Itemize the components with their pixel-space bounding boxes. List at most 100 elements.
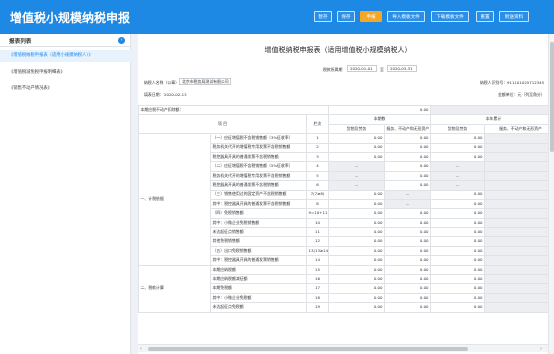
attach-docs-button[interactable]: 附送资料 xyxy=(499,11,529,22)
row-services-current: -- xyxy=(384,189,432,200)
row-goods-current[interactable]: 0.00 xyxy=(328,198,386,210)
row-line-number: 18 xyxy=(305,292,330,304)
submit-button[interactable]: 申报 xyxy=(360,11,382,22)
report-sidebar: 报表列表 ‹ 《增值税纳税申报表（适用小规模纳税人）》 《增值税减免税申报明细表… xyxy=(0,34,131,354)
row-line-number: 15 xyxy=(305,264,330,276)
row-goods-current[interactable]: 0.00 xyxy=(328,264,386,276)
row-goods-ytd: -- xyxy=(430,161,486,172)
row-item-label: 本期免税额 xyxy=(210,283,307,294)
download-template-button[interactable]: 下载模板文件 xyxy=(431,11,469,22)
row-goods-current[interactable]: 0.00 xyxy=(328,189,386,200)
declaration-table: 本期应税不动产扣除额： 0.00 项 目 栏次 本期数 本年累计 货物及劳务 服… xyxy=(138,104,548,313)
table-header-row: 项 目 栏次 本期数 本年累计 xyxy=(138,114,548,135)
chevron-left-icon[interactable]: ‹ xyxy=(118,37,125,44)
row-services-current[interactable]: 0.00 xyxy=(384,245,432,257)
row-item-label: 税控器具开具的普通发票不含税销售额 xyxy=(210,151,307,163)
row-services-ytd xyxy=(484,292,548,304)
row-goods-ytd: 0.00 xyxy=(430,292,486,304)
row-goods-current[interactable]: 0.00 xyxy=(328,227,386,238)
sidebar-item-real-estate[interactable]: 《销售不动产情况表》 xyxy=(0,83,131,95)
row-item-label: 未达起征点免税额 xyxy=(210,302,307,313)
row-services-current: -- xyxy=(384,198,432,210)
row-goods-current[interactable]: 0.00 xyxy=(328,142,386,153)
row-services-current[interactable]: 0.00 xyxy=(384,217,432,229)
row-goods-ytd: 0.00 xyxy=(430,255,486,266)
row-services-current[interactable]: 0.00 xyxy=(384,264,432,276)
header-services-ytd: 服务、不动产和无形资产 xyxy=(484,123,548,135)
row-services-current[interactable]: 0.00 xyxy=(384,151,432,163)
taxpayer-name-field[interactable]: 北京市税务局测试有限公司 xyxy=(179,78,231,85)
row-services-ytd xyxy=(484,142,548,153)
row-item-label: 本期应纳税额 xyxy=(210,264,307,276)
amount-unit-label: 金额单位：元（列至角分） xyxy=(498,92,545,97)
row-services-ytd xyxy=(484,217,548,229)
row-item-label: 其中：小微企业免税额 xyxy=(210,292,307,304)
row-goods-current[interactable]: 0.00 xyxy=(328,151,386,163)
top-row-label: 本期应税不动产扣除额： xyxy=(138,104,330,116)
sidebar-item-main-return[interactable]: 《增值税纳税申报表（适用小规模纳税人）》 xyxy=(0,50,131,62)
row-goods-current[interactable]: 0.00 xyxy=(328,292,386,304)
row-goods-ytd: 0.00 xyxy=(430,133,486,144)
taxpayer-id-label: 纳税人识别号： xyxy=(480,80,508,85)
row-goods-ytd: 0.00 xyxy=(430,283,486,294)
row-goods-current[interactable]: 0.00 xyxy=(328,302,386,313)
row-services-current[interactable]: 0.00 xyxy=(384,227,432,238)
row-services-ytd xyxy=(484,208,548,219)
row-services-current[interactable]: 0.00 xyxy=(384,292,432,304)
table-body: 一、计税依据 （一）应征增值税不含税销售额（3%征收率） 1 0.00 0.00 0.00… xyxy=(138,133,548,313)
vertical-scrollbar[interactable] xyxy=(548,34,554,354)
vertical-scroll-thumb[interactable] xyxy=(550,42,554,152)
horizontal-scrollbar[interactable]: ‹ › xyxy=(138,344,548,352)
row-services-current[interactable]: 0.00 xyxy=(384,255,432,266)
arrow-right-icon[interactable]: › xyxy=(540,346,542,352)
period-to-field[interactable]: 2020-03-31 xyxy=(387,65,417,72)
row-services-current[interactable]: 0.00 xyxy=(384,142,432,153)
row-services-ytd xyxy=(484,245,548,257)
row-goods-current[interactable]: 0.00 xyxy=(328,133,386,144)
row-services-ytd xyxy=(484,189,548,200)
row-services-current[interactable]: 0.00 xyxy=(384,133,432,144)
row-services-current[interactable]: 0.00 xyxy=(384,283,432,294)
row-line-number: 17 xyxy=(305,283,330,294)
row-services-ytd xyxy=(484,180,548,191)
header-goods-ytd: 货物及劳务 xyxy=(430,123,486,135)
temp-save-button[interactable]: 暂存 xyxy=(314,11,332,22)
row-item-label: 税务机关代开的增值税专用发票不含税销售额 xyxy=(210,142,307,153)
row-goods-current: -- xyxy=(328,161,386,172)
row-services-current[interactable]: 0.00 xyxy=(384,180,432,191)
row-services-current[interactable]: 0.00 xyxy=(384,170,432,182)
row-goods-current[interactable]: 0.00 xyxy=(328,255,386,266)
row-services-current[interactable]: 0.00 xyxy=(384,161,432,172)
row-services-current[interactable]: 0.00 xyxy=(384,274,432,285)
row-goods-current[interactable]: 0.00 xyxy=(328,283,386,294)
row-services-current[interactable]: 0.00 xyxy=(384,208,432,219)
row-services-ytd xyxy=(484,227,548,238)
period-to-label: 至 xyxy=(380,67,384,72)
save-button[interactable]: 保存 xyxy=(337,11,355,22)
row-services-ytd xyxy=(484,161,548,172)
row-goods-current[interactable]: 0.00 xyxy=(328,217,386,229)
row-services-current[interactable]: 0.00 xyxy=(384,302,432,313)
row-goods-current[interactable]: 0.00 xyxy=(328,245,386,257)
row-goods-current[interactable]: 0.00 xyxy=(328,236,386,247)
period-from-field[interactable]: 2020-01-01 xyxy=(347,65,377,72)
row-line-number: 11 xyxy=(305,227,330,238)
sidebar-item-reduction-detail[interactable]: 《增值税减免税申报明细表》 xyxy=(0,67,131,79)
table-row: 一、计税依据 （一）应征增值税不含税销售额（3%征收率） 1 0.00 0.00 0.00 xyxy=(138,133,548,266)
row-goods-current[interactable]: 0.00 xyxy=(328,274,386,285)
period-label: 税款所属期 xyxy=(323,67,343,72)
row-goods-ytd: 0.00 xyxy=(430,302,486,313)
row-services-ytd xyxy=(484,133,548,144)
sidebar-title: 报表列表 xyxy=(9,39,32,45)
row-item-label: （四）免税销售额 xyxy=(210,208,307,219)
row-services-current[interactable]: 0.00 xyxy=(384,236,432,247)
row-goods-current[interactable]: 0.00 xyxy=(328,208,386,219)
horizontal-scroll-thumb[interactable] xyxy=(148,347,468,351)
form-panel: 增值税纳税申报表（适用增值税小规模纳税人） 税款所属期 2020-01-01 至… xyxy=(138,34,548,354)
arrow-left-icon[interactable]: ‹ xyxy=(140,346,142,352)
import-template-button[interactable]: 导入模板文件 xyxy=(387,11,425,22)
section-tax-calc: 二、税款计算 xyxy=(138,264,211,313)
row-item-label: 其他免税销售额 xyxy=(210,236,307,247)
reset-button[interactable]: 重置 xyxy=(476,11,494,22)
row-item-label: （五）出口免税销售额 xyxy=(210,245,307,257)
